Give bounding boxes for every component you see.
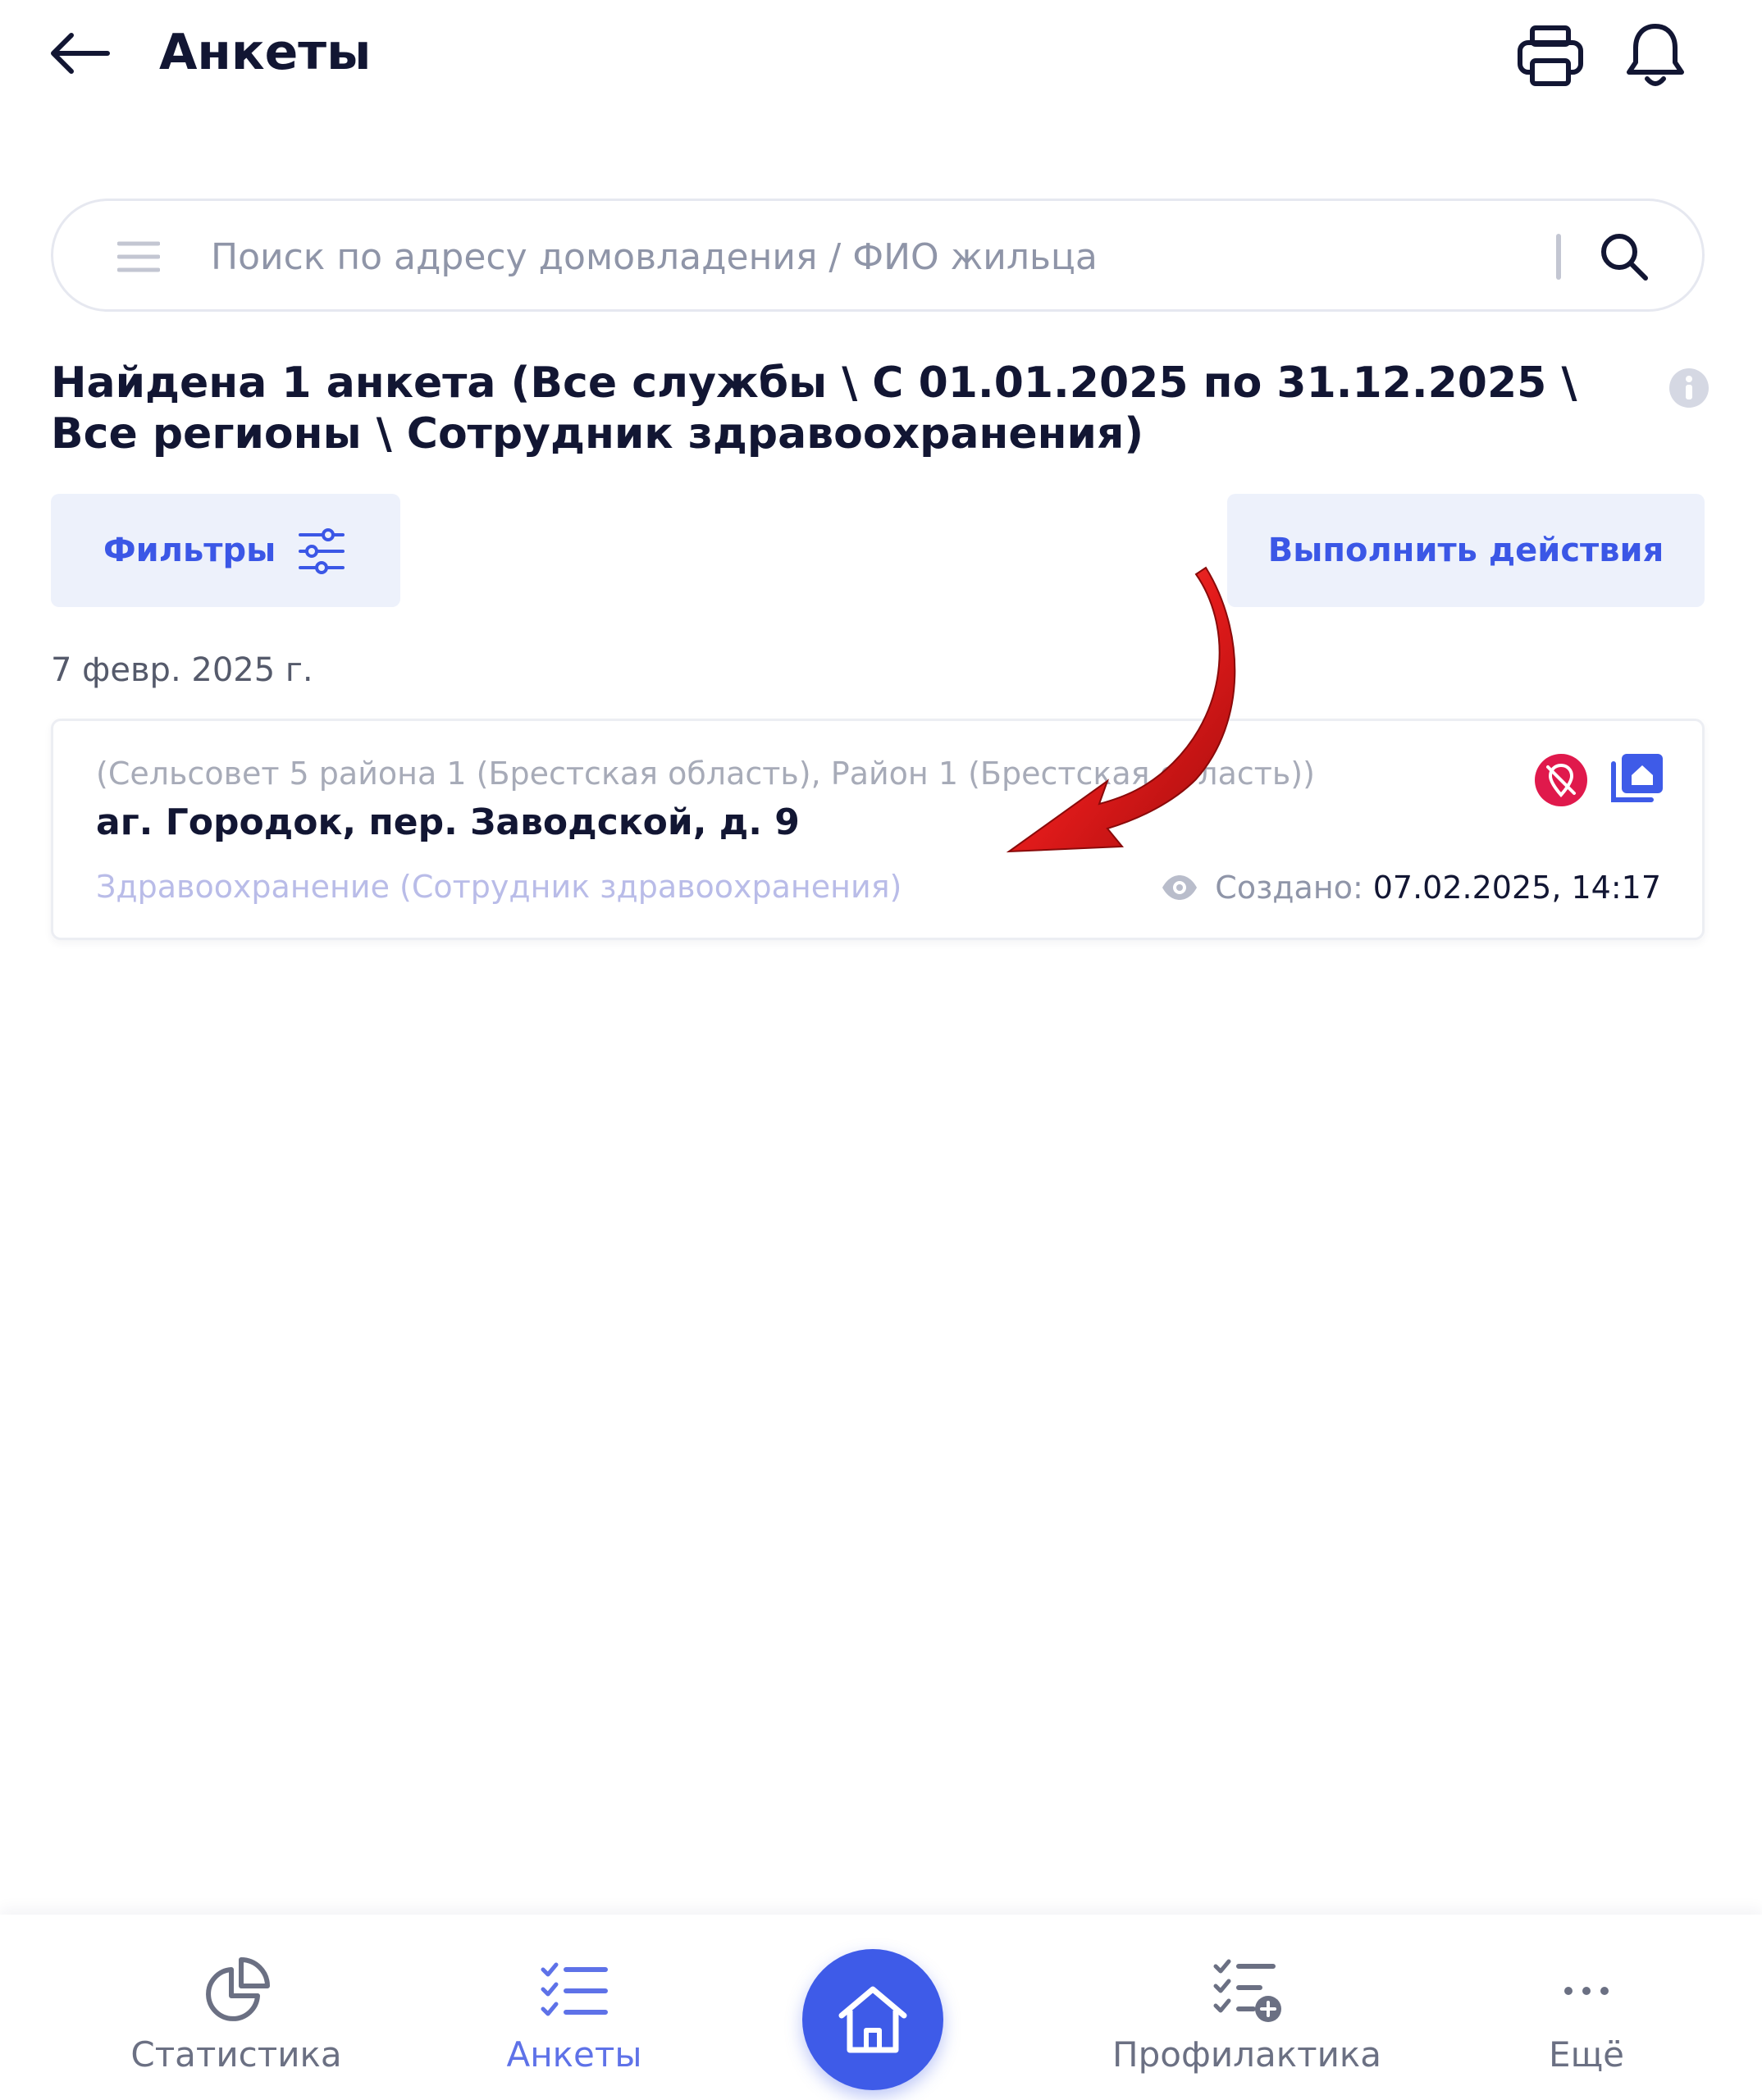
search-button[interactable] [1587, 222, 1661, 291]
printer-icon [1518, 25, 1583, 86]
card-service: Здравоохранение (Сотрудник здравоохранен… [96, 869, 902, 905]
search-input[interactable] [209, 221, 1574, 293]
annotation-arrow [1006, 566, 1236, 853]
nav-label-more: Ещё [1549, 2034, 1624, 2075]
group-date: 7 февр. 2025 г. [51, 651, 313, 689]
notifications-button[interactable] [1614, 15, 1696, 97]
nav-item-questionnaires[interactable]: Анкеты [443, 1915, 705, 2100]
questionnaire-card[interactable]: (Сельсовет 5 района 1 (Брестская область… [51, 719, 1705, 940]
checklist-icon [541, 1962, 608, 2016]
nav-item-statistics[interactable]: Статистика [105, 1915, 367, 2100]
bell-icon [1627, 24, 1684, 86]
location-off-icon [1535, 754, 1587, 806]
nav-label-statistics: Статистика [130, 2034, 342, 2075]
page-title: Анкеты [159, 24, 372, 81]
results-summary: Найдена 1 анкета (Все службы \ С 01.01.2… [51, 358, 1577, 459]
search-divider [1556, 234, 1561, 280]
arrow-left-icon [51, 33, 110, 74]
search-bar [51, 199, 1705, 312]
hamburger-icon [117, 241, 160, 272]
print-button[interactable] [1509, 15, 1591, 97]
created-label: Создано: [1215, 870, 1363, 906]
pie-chart-icon [206, 1957, 270, 2021]
more-icon [1564, 1987, 1609, 1995]
home-icon [838, 1986, 907, 2053]
home-button[interactable] [802, 1949, 943, 2090]
card-created: Создано: 07.02.2025, 14:17 [1161, 869, 1661, 906]
perform-actions-button[interactable]: Выполнить действия [1227, 494, 1705, 607]
nav-item-prevention[interactable]: Профилактика [1066, 1915, 1427, 2100]
nav-label-questionnaires: Анкеты [506, 2034, 642, 2075]
house-photos-icon [1611, 754, 1663, 802]
nav-item-more[interactable]: Ещё [1504, 1915, 1668, 2100]
sliders-icon [299, 528, 345, 574]
eye-icon [1162, 875, 1198, 900]
back-button[interactable] [43, 16, 116, 90]
app-header: Анкеты [0, 0, 1762, 115]
search-icon [1601, 234, 1648, 281]
filters-label: Фильтры [103, 532, 276, 569]
card-address: аг. Городок, пер. Заводской, д. 9 [96, 801, 800, 843]
filters-button[interactable]: Фильтры [51, 494, 400, 607]
info-icon[interactable] [1668, 368, 1710, 409]
page: Анкеты Поиск по адресу домовладения / ФИ… [0, 0, 1762, 2100]
search-menu-button[interactable] [114, 232, 163, 281]
checklist-add-icon [1213, 1959, 1281, 2022]
created-value: 07.02.2025, 14:17 [1372, 870, 1661, 906]
perform-actions-label: Выполнить действия [1267, 532, 1664, 569]
nav-label-prevention: Профилактика [1112, 2034, 1381, 2075]
